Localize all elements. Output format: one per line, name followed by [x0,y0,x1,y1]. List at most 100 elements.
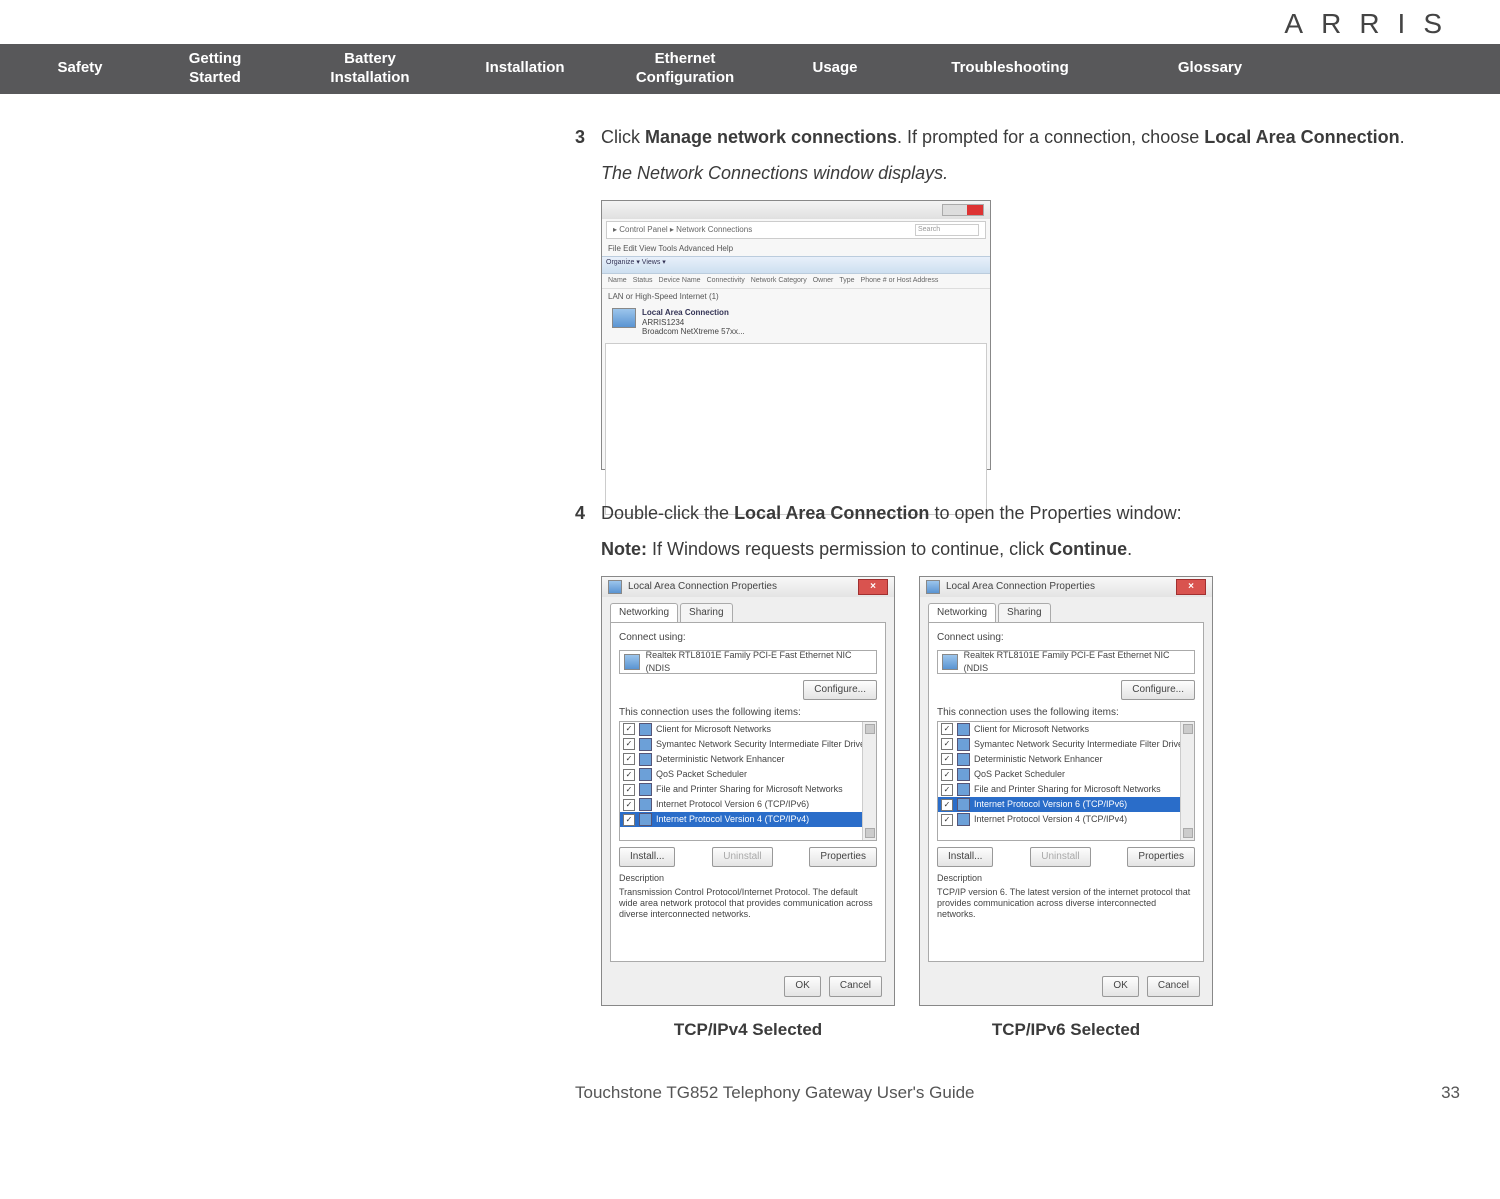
list-item[interactable]: ✓ Client for Microsoft Networks [620,722,876,737]
nav-ethernet-configuration[interactable]: Ethernet Configuration [600,50,770,88]
list-item[interactable]: ✓Deterministic Network Enhancer [620,752,876,767]
checkbox-icon[interactable]: ✓ [941,799,953,811]
list-item-label: QoS Packet Scheduler [974,768,1065,781]
cancel-button[interactable]: Cancel [829,976,882,997]
nav-usage[interactable]: Usage [770,59,900,78]
component-icon [639,738,652,751]
nav-battery-installation[interactable]: Battery Installation [290,50,450,88]
properties-dialog-ipv4: Local Area Connection Properties × Netwo… [601,576,895,1006]
props-right-title: Local Area Connection Properties [946,580,1095,595]
checkbox-icon[interactable]: ✓ [623,738,635,750]
col-name: Name [608,276,627,286]
nav-installation[interactable]: Installation [450,59,600,78]
list-item[interactable]: ✓QoS Packet Scheduler [620,767,876,782]
nav-ethernet-line2: Configuration [600,69,770,88]
ss1-item-line1: Local Area Connection [642,308,745,318]
install-button[interactable]: Install... [619,847,675,868]
list-item[interactable]: ✓ Client for Microsoft Networks [938,722,1194,737]
step-3-mid: . If prompted for a connection, choose [897,127,1204,147]
props-left-panel: Connect using: Realtek RTL8101E Family P… [610,622,886,962]
ss1-search-input[interactable]: Search [915,224,979,236]
checkbox-icon[interactable]: ✓ [623,784,635,796]
list-item-label: Deterministic Network Enhancer [974,753,1103,766]
list-item-label: Client for Microsoft Networks [974,723,1089,736]
tab-networking[interactable]: Networking [610,603,678,623]
install-button[interactable]: Install... [937,847,993,868]
nav-glossary[interactable]: Glossary [1120,59,1300,78]
checkbox-icon[interactable]: ✓ [941,753,953,765]
list-item-label: Internet Protocol Version 4 (TCP/IPv4) [974,813,1127,826]
properties-dialog-ipv6: Local Area Connection Properties × Netwo… [919,576,1213,1006]
ok-button[interactable]: OK [1102,976,1138,997]
configure-button[interactable]: Configure... [1121,680,1195,701]
connect-using-label: Connect using: [619,631,877,646]
footer-title: Touchstone TG852 Telephony Gateway User'… [575,1083,975,1103]
list-item-label: Client for Microsoft Networks [656,723,771,736]
cancel-button[interactable]: Cancel [1147,976,1200,997]
close-icon[interactable]: × [1176,579,1206,595]
ss1-connection-item[interactable]: Local Area Connection ARRIS1234 Broadcom… [602,305,990,340]
description-box-right: Description TCP/IP version 6. The latest… [937,873,1195,920]
checkbox-icon[interactable]: ✓ [623,799,635,811]
list-item[interactable]: ✓File and Printer Sharing for Microsoft … [620,782,876,797]
step-3-body: Click Manage network connections. If pro… [601,124,1460,494]
checkbox-icon[interactable]: ✓ [941,769,953,781]
desc-label: Description [619,873,877,884]
nav-troubleshooting[interactable]: Troubleshooting [900,59,1120,78]
checkbox-icon[interactable]: ✓ [623,769,635,781]
component-icon [957,723,970,736]
checkbox-icon[interactable]: ✓ [941,723,953,735]
list-item[interactable]: ✓Symantec Network Security Intermediate … [620,737,876,752]
ss1-breadcrumb-text: ▸ Control Panel ▸ Network Connections [613,224,752,236]
ss1-item-line3: Broadcom NetXtreme 57xx... [642,327,745,337]
list-item[interactable]: ✓Internet Protocol Version 6 (TCP/IPv6) [620,797,876,812]
nav-safety[interactable]: Safety [20,59,140,78]
col-status: Status [633,276,653,286]
list-item-label: Symantec Network Security Intermediate F… [974,738,1186,751]
configure-button[interactable]: Configure... [803,680,877,701]
nav-getting-line2: Started [140,69,290,88]
properties-button[interactable]: Properties [809,847,877,868]
list-item[interactable]: ✓ Internet Protocol Version 4 (TCP/IPv4) [938,812,1194,827]
properties-button[interactable]: Properties [1127,847,1195,868]
checkbox-icon[interactable]: ✓ [941,738,953,750]
close-icon[interactable]: × [858,579,888,595]
checkbox-icon[interactable]: ✓ [623,753,635,765]
component-icon [957,798,970,811]
nav-getting-started[interactable]: Getting Started [140,50,290,88]
props-left-footer: OK Cancel [784,976,882,997]
window-buttons-icon [942,204,984,216]
ok-button[interactable]: OK [784,976,820,997]
checkbox-icon[interactable]: ✓ [623,723,635,735]
step-4-bold1: Local Area Connection [734,503,929,523]
ss1-columns: Name Status Device Name Connectivity Net… [602,274,990,289]
ss1-item-line2: ARRIS1234 [642,318,745,328]
props-right-titlebar: Local Area Connection Properties × [920,577,1212,597]
list-item[interactable]: ✓ File and Printer Sharing for Microsoft … [938,782,1194,797]
component-icon [957,813,970,826]
uses-label: This connection uses the following items… [619,706,877,721]
checkbox-icon[interactable]: ✓ [941,814,953,826]
step-3-italic: The Network Connections window displays. [601,160,1460,186]
checkbox-icon[interactable]: ✓ [623,814,635,826]
tab-sharing[interactable]: Sharing [680,603,732,623]
list-item[interactable]: ✓Internet Protocol Version 4 (TCP/IPv4) [620,812,876,827]
scrollbar-icon[interactable] [862,722,876,840]
tab-networking[interactable]: Networking [928,603,996,623]
desc-label: Description [937,873,1195,884]
col-owner: Owner [813,276,834,286]
list-item[interactable]: ✓ Deterministic Network Enhancer [938,752,1194,767]
scrollbar-icon[interactable] [1180,722,1194,840]
tab-sharing[interactable]: Sharing [998,603,1050,623]
properties-screenshots-row: Local Area Connection Properties × Netwo… [601,576,1460,1006]
list-item[interactable]: ✓ Symantec Network Security Intermediate … [938,737,1194,752]
page-content: 3 Click Manage network connections. If p… [0,94,1500,1043]
col-phone: Phone # or Host Address [861,276,939,286]
ss1-connection-text: Local Area Connection ARRIS1234 Broadcom… [642,308,745,337]
list-item[interactable]: ✓Internet Protocol Version 6 (TCP/IPv6) [938,797,1194,812]
list-item[interactable]: ✓ QoS Packet Scheduler [938,767,1194,782]
checkbox-icon[interactable]: ✓ [941,784,953,796]
list-item-label: File and Printer Sharing for Microsoft N… [974,783,1161,796]
nic-icon [942,654,958,670]
component-icon [639,723,652,736]
